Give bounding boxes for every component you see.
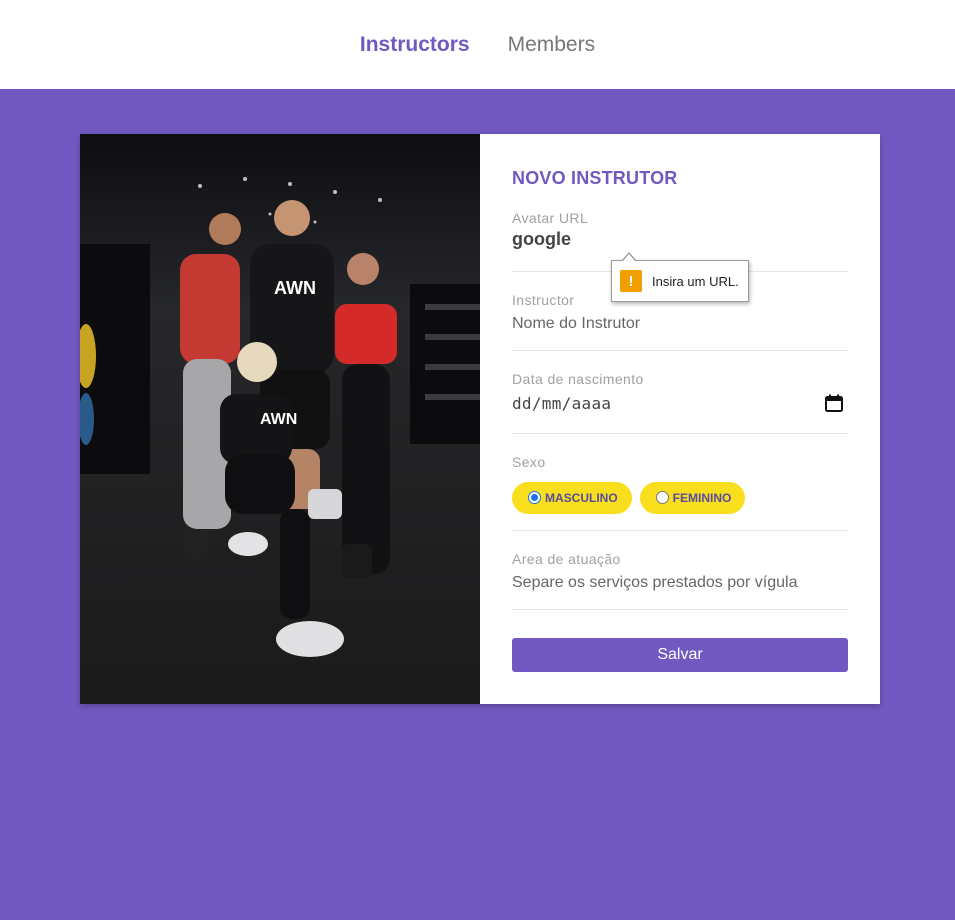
radio-masculino[interactable]: MASCULINO [512, 482, 632, 514]
instructor-name-input[interactable] [512, 315, 848, 333]
avatar-label: Avatar URL [512, 210, 589, 226]
svg-text:AWN: AWN [274, 278, 316, 298]
services-input[interactable] [512, 574, 848, 592]
new-instructor-form: NOVO INSTRUTOR Avatar URL Instructor Dat… [480, 134, 880, 704]
radio-feminino-label: FEMININO [672, 491, 732, 505]
validation-message: Insira um URL. [652, 273, 739, 289]
warning-icon: ! [620, 270, 642, 292]
services-field: Area de atuação [512, 531, 848, 610]
top-nav: Instructors Members [0, 0, 955, 89]
save-button[interactable]: Salvar [512, 638, 848, 672]
services-label: Area de atuação [512, 551, 621, 567]
calendar-icon[interactable] [824, 393, 844, 413]
birth-date-placeholder: dd/mm/aaaa [512, 393, 612, 413]
birth-date-input[interactable]: dd/mm/aaaa [512, 393, 848, 413]
radio-masculino-label: MASCULINO [545, 491, 618, 505]
gender-options: MASCULINO FEMININO [512, 482, 848, 514]
birth-date-field: Data de nascimento dd/mm/aaaa [512, 351, 848, 434]
radio-feminino-dot[interactable] [655, 490, 669, 504]
gender-label: Sexo [512, 454, 546, 470]
form-title: NOVO INSTRUTOR [512, 168, 678, 188]
nav-link-members[interactable]: Members [508, 33, 596, 57]
gender-field: Sexo MASCULINO FEMININO [512, 434, 848, 531]
validation-tooltip: ! Insira um URL. [611, 252, 749, 302]
radio-feminino[interactable]: FEMININO [639, 482, 746, 514]
nav-link-instructors[interactable]: Instructors [360, 33, 470, 57]
gym-photo: AWN AWN [80, 134, 480, 704]
svg-text:AWN: AWN [260, 411, 297, 428]
radio-masculino-dot[interactable] [528, 490, 541, 504]
avatar-url-input[interactable] [512, 229, 848, 250]
instructor-card: AWN AWN NOVO INSTRUTOR Avatar URL Instru… [80, 134, 880, 704]
birth-date-label: Data de nascimento [512, 371, 644, 387]
